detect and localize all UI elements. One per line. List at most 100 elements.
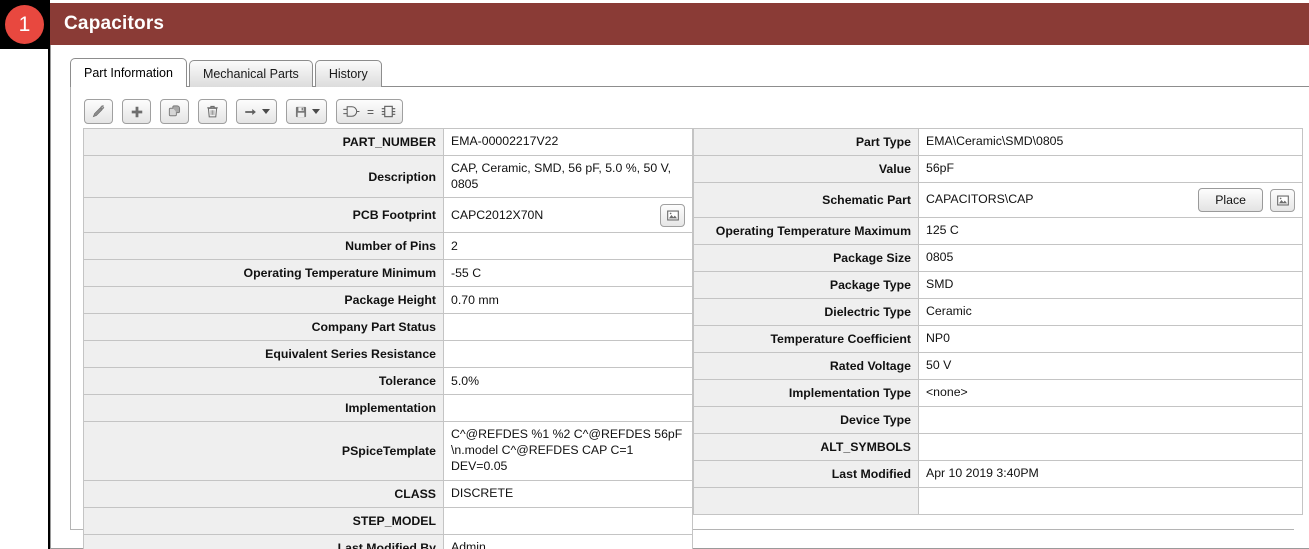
property-row: Implementation Type<none> xyxy=(693,380,1303,407)
property-value-implementation-type[interactable]: <none> xyxy=(919,380,1303,406)
property-row: PSpiceTemplateC^@REFDES %1 %2 C^@REFDES … xyxy=(83,422,693,480)
property-row: CLASS DISCRETE xyxy=(83,481,693,508)
edit-button[interactable] xyxy=(84,99,113,124)
property-value-rated-voltage[interactable]: 50 V xyxy=(919,353,1303,379)
property-value-step-model[interactable] xyxy=(444,508,693,534)
property-row: PART_NUMBER EMA-00002217V22 xyxy=(83,129,693,156)
property-value-text: -55 C xyxy=(451,266,481,282)
property-label-value: Value xyxy=(693,156,919,182)
property-label-class: CLASS xyxy=(83,481,444,507)
property-value-package-size[interactable]: 0805 xyxy=(919,245,1303,271)
property-row: Equivalent Series Resistance xyxy=(83,341,693,368)
property-label-device-type: Device Type xyxy=(693,407,919,433)
tab-mechanical-parts[interactable]: Mechanical Parts xyxy=(189,60,313,87)
property-label-implementation-type: Implementation Type xyxy=(693,380,919,406)
tab-label: History xyxy=(329,67,368,81)
property-value-alt-symbols[interactable] xyxy=(919,434,1303,460)
trash-icon xyxy=(205,104,220,119)
value-actions xyxy=(652,204,685,227)
property-value-pcb-footprint[interactable]: CAPC2012X70N xyxy=(444,198,693,232)
toolbar: = xyxy=(84,99,403,124)
property-value-last-modified-by[interactable]: Admin xyxy=(444,535,693,549)
property-row: STEP_MODEL xyxy=(83,508,693,535)
property-row: Last ModifiedApr 10 2019 3:40PM xyxy=(693,461,1303,488)
property-value-text: NP0 xyxy=(926,331,950,347)
equals-icon: = xyxy=(367,106,374,118)
property-value-implementation[interactable] xyxy=(444,395,693,421)
chevron-down-icon xyxy=(262,109,270,114)
value-actions: Place xyxy=(1190,188,1295,212)
property-value-temperature-coefficient[interactable]: NP0 xyxy=(919,326,1303,352)
property-value-text: 125 C xyxy=(926,223,959,239)
property-row: Package TypeSMD xyxy=(693,272,1303,299)
property-label-package-size: Package Size xyxy=(693,245,919,271)
chip-symbol-icon xyxy=(380,104,397,119)
property-value-device-type[interactable] xyxy=(919,407,1303,433)
property-row: ALT_SYMBOLS xyxy=(693,434,1303,461)
property-label-description: Description xyxy=(83,156,444,197)
property-label-number-of-pins: Number of Pins xyxy=(83,233,444,259)
property-row: Device Type xyxy=(693,407,1303,434)
property-value-tolerance[interactable]: 5.0% xyxy=(444,368,693,394)
plus-icon xyxy=(130,105,144,119)
symbol-mapping-button[interactable]: = xyxy=(336,99,403,124)
arrow-right-icon xyxy=(243,105,258,119)
property-value-value[interactable]: 56pF xyxy=(919,156,1303,182)
property-value-blank[interactable] xyxy=(919,488,1303,514)
property-row: Last Modified ByAdmin xyxy=(83,535,693,549)
property-value-number-of-pins[interactable]: 2 xyxy=(444,233,693,259)
property-row: Number of Pins2 xyxy=(83,233,693,260)
property-label-pcb-footprint: PCB Footprint xyxy=(83,198,444,232)
property-label-temperature-coefficient: Temperature Coefficient xyxy=(693,326,919,352)
move-dropdown-button[interactable] xyxy=(236,99,277,124)
property-value-text: EMA-00002217V22 xyxy=(451,134,558,150)
property-value-part-type[interactable]: EMA\Ceramic\SMD\0805 xyxy=(919,129,1303,155)
property-value-pspicetemplate[interactable]: C^@REFDES %1 %2 C^@REFDES 56pF \n.model … xyxy=(444,422,693,479)
add-button[interactable] xyxy=(122,99,151,124)
floppy-disk-icon xyxy=(294,105,308,119)
picture-icon xyxy=(667,210,679,221)
property-value-schematic-part[interactable]: CAPACITORS\CAPPlace xyxy=(919,183,1303,217)
property-value-text: SMD xyxy=(926,277,953,293)
property-label-tolerance: Tolerance xyxy=(83,368,444,394)
property-value-dielectric-type[interactable]: Ceramic xyxy=(919,299,1303,325)
property-label-last-modified-by: Last Modified By xyxy=(83,535,444,549)
property-label-company-part-status: Company Part Status xyxy=(83,314,444,340)
property-value-equivalent-series-resistance[interactable] xyxy=(444,341,693,367)
property-value-company-part-status[interactable] xyxy=(444,314,693,340)
save-dropdown-button[interactable] xyxy=(286,99,327,124)
place-button[interactable]: Place xyxy=(1198,188,1263,212)
property-value-last-modified[interactable]: Apr 10 2019 3:40PM xyxy=(919,461,1303,487)
property-value-part-number[interactable]: EMA-00002217V22 xyxy=(444,129,693,155)
properties-column-left: PART_NUMBER EMA-00002217V22 DescriptionCAP… xyxy=(83,129,693,549)
tab-label: Mechanical Parts xyxy=(203,67,299,81)
property-row: Temperature Coefficient NP0 xyxy=(693,326,1303,353)
property-value-text: 56pF xyxy=(926,161,954,177)
delete-button[interactable] xyxy=(198,99,227,124)
browse-symbol-button[interactable] xyxy=(1270,189,1295,212)
property-value-text: C^@REFDES %1 %2 C^@REFDES 56pF \n.model … xyxy=(451,427,685,474)
property-value-class[interactable]: DISCRETE xyxy=(444,481,693,507)
tab-history[interactable]: History xyxy=(315,60,382,87)
property-value-operating-temperature-maximum[interactable]: 125 C xyxy=(919,218,1303,244)
property-label-package-height: Package Height xyxy=(83,287,444,313)
application-window: 1 Capacitors Part InformationMechanical … xyxy=(0,0,1309,549)
property-label-rated-voltage: Rated Voltage xyxy=(693,353,919,379)
property-row: Implementation xyxy=(83,395,693,422)
property-value-package-height[interactable]: 0.70 mm xyxy=(444,287,693,313)
property-row: Package Height0.70 mm xyxy=(83,287,693,314)
browse-symbol-button[interactable] xyxy=(660,204,685,227)
property-value-operating-temperature-minimum[interactable]: -55 C xyxy=(444,260,693,286)
properties-grid: PART_NUMBEREMA-00002217V22DescriptionCAP… xyxy=(83,128,1303,549)
step-badge-number: 1 xyxy=(5,5,44,44)
pencil-icon xyxy=(91,104,106,119)
property-value-text: DISCRETE xyxy=(451,486,513,502)
property-row xyxy=(693,488,1303,515)
property-value-package-type[interactable]: SMD xyxy=(919,272,1303,298)
property-label-part-number: PART_NUMBER xyxy=(83,129,444,155)
property-label-operating-temperature-minimum: Operating Temperature Minimum xyxy=(83,260,444,286)
gate-symbol-icon xyxy=(342,104,361,119)
copy-button[interactable] xyxy=(160,99,189,124)
tab-part-information[interactable]: Part Information xyxy=(70,58,187,87)
property-value-description[interactable]: CAP, Ceramic, SMD, 56 pF, 5.0 %, 50 V, 0… xyxy=(444,156,693,197)
